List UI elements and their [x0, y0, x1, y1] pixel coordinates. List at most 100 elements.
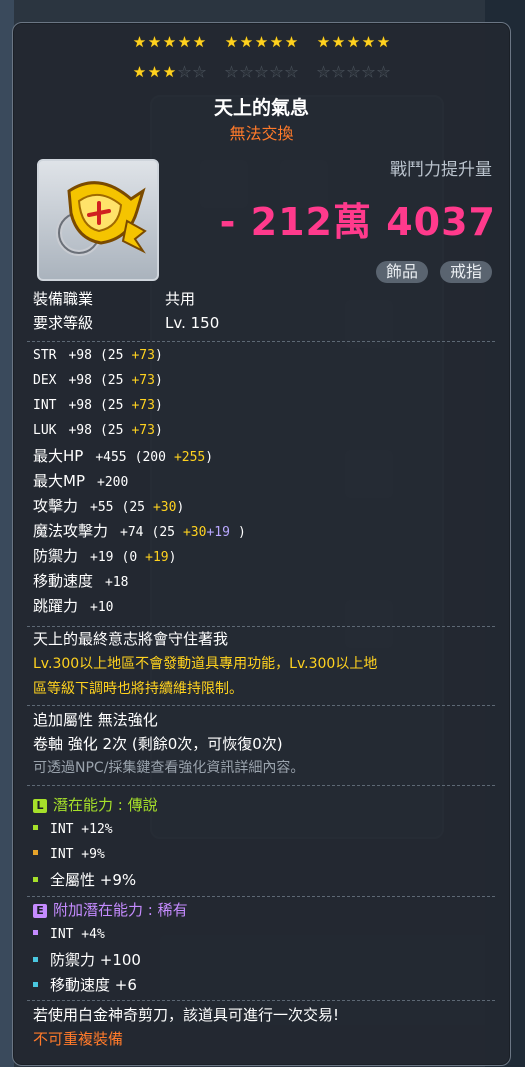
stat-base: (25: [99, 423, 124, 438]
stat-name: 防禦力: [33, 547, 79, 565]
stat-bonus: +19: [145, 550, 169, 565]
stat-row: 防禦力 +19 (0 +19): [33, 545, 176, 566]
star-filled-icon: ★: [177, 33, 192, 51]
req-level-row: 要求等級 Lv. 150: [33, 312, 219, 333]
stat-bonus: +73: [131, 348, 155, 363]
stat-name: LUK: [33, 423, 57, 438]
unique-equip-text: 不可重複裝備: [33, 1030, 124, 1048]
stat-close: ): [176, 500, 185, 515]
stat-total: +19: [90, 550, 114, 565]
star-filled-icon: ★: [147, 33, 162, 51]
stat-total: +10: [90, 600, 114, 615]
potential-line: 全屬性 +9%: [33, 869, 136, 890]
stat-close: ): [154, 398, 163, 413]
stat-total: +98: [68, 348, 92, 363]
bonus-potential-title: 附加潛在能力 : 稀有: [53, 901, 188, 919]
star-empty-icon: ★: [361, 63, 376, 81]
bonus-potential-line: 移動速度 +6: [33, 974, 137, 995]
stat-total: +200: [97, 475, 129, 490]
star-empty-icon: ★: [269, 63, 284, 81]
req-level-value: Lv. 150: [165, 314, 220, 332]
divider: [27, 626, 495, 627]
bullet-icon: [33, 930, 38, 935]
star-group: ★ ★ ★ ★ ★: [317, 33, 391, 51]
stat-row: 魔法攻擊力 +74 (25 +30+19): [33, 520, 246, 541]
star-filled-icon: ★: [239, 33, 254, 51]
stat-bonus: +30: [152, 500, 177, 515]
gold-ring-icon: [56, 181, 147, 256]
stat-name: INT: [33, 398, 57, 413]
star-force-row-1: ★ ★ ★ ★ ★ ★ ★ ★ ★ ★ ★ ★ ★ ★ ★: [13, 33, 510, 51]
stat-close: ): [154, 348, 163, 363]
stat-row: LUK +98 (25 +73): [33, 420, 163, 438]
extra-attribute-text: 追加屬性 無法強化: [33, 711, 158, 729]
star-empty-icon: ★: [376, 63, 391, 81]
stat-total: +18: [105, 575, 129, 590]
stat-close: ): [237, 525, 246, 540]
stat-row: DEX +98 (25 +73): [33, 370, 163, 388]
star-filled-icon: ★: [192, 33, 207, 51]
potential-line: INT +12%: [33, 819, 113, 837]
epic-bonus-potential-icon: E: [33, 904, 47, 918]
stat-bonus: +73: [131, 398, 155, 413]
scroll-upgrade-text: 卷軸 強化 2次 (剩餘0次，可恢復0次): [33, 735, 283, 753]
star-empty-icon: ★: [316, 63, 331, 81]
divider: [27, 705, 495, 706]
stat-close: ): [205, 450, 214, 465]
bonus-potential-line: 防禦力 +100: [33, 949, 141, 970]
combat-power-change: - 212萬 4037: [219, 200, 496, 244]
stat-row: 最大HP +455 (200 +255): [33, 445, 213, 466]
item-name: 天上的氣息: [213, 97, 309, 119]
stat-base: (25: [99, 373, 124, 388]
star-filled-icon: ★: [224, 33, 239, 51]
bullet-icon: [33, 825, 38, 830]
stat-name: 攻擊力: [33, 497, 79, 515]
divider: [27, 1000, 495, 1001]
divider: [27, 341, 495, 342]
stat-bonus: +73: [131, 423, 155, 438]
bullet-icon: [33, 850, 38, 855]
stat-row: STR +98 (25 +73): [33, 345, 163, 363]
star-filled-icon: ★: [254, 33, 269, 51]
flavor-text: 天上的最終意志將會守住著我: [33, 630, 229, 648]
stat-total: +98: [68, 398, 92, 413]
star-group: ★ ★ ★ ★ ★: [224, 33, 299, 51]
stat-name: STR: [33, 348, 57, 363]
star-filled-icon: ★: [331, 33, 346, 51]
stat-base: (25: [151, 525, 175, 540]
stat-base: (25: [121, 500, 145, 515]
stat-close: ): [168, 550, 177, 565]
star-filled-icon: ★: [162, 33, 177, 51]
stat-base: (25: [99, 348, 124, 363]
trade-status: 無法交換: [229, 124, 294, 143]
star-filled-icon: ★: [132, 63, 147, 81]
bonus-potential-title-row: E 附加潛在能力 : 稀有: [33, 899, 188, 920]
star-empty-icon: ★: [346, 63, 361, 81]
item-tooltip: ★ ★ ★ ★ ★ ★ ★ ★ ★ ★ ★ ★ ★ ★ ★ ★ ★ ★ ★ ★ ★ ★ ★ ★ ★ ★ ★ ★ ★ ★ 天上的氣息 無法…: [12, 22, 511, 1066]
scissors-trade-text: 若使用白金神奇剪刀，該道具可進行一次交易!: [33, 1006, 340, 1024]
stat-name: DEX: [33, 373, 57, 388]
star-filled-icon: ★: [162, 63, 177, 81]
req-level-label: 要求等級: [33, 314, 94, 332]
stat-row: 移動速度 +18: [33, 570, 137, 591]
restriction-text-line-2: 區等級下調時也將持續維持限制。: [33, 681, 243, 697]
stat-name: 最大HP: [33, 447, 84, 465]
star-filled-icon: ★: [147, 63, 162, 81]
stat-bonus: +73: [131, 373, 155, 388]
stat-total: +55: [90, 500, 114, 515]
divider: [27, 785, 495, 786]
potential-title-row: L 潛在能力 : 傳說: [33, 794, 158, 815]
stat-row: 跳躍力 +10: [33, 595, 122, 616]
bullet-icon: [33, 982, 38, 987]
stat-base: (25: [99, 398, 124, 413]
star-filled-icon: ★: [269, 33, 284, 51]
star-group: ★ ★ ★ ★ ★: [132, 63, 207, 81]
star-empty-icon: ★: [177, 63, 192, 81]
stat-total: +455: [95, 450, 127, 465]
stat-row: INT +98 (25 +73): [33, 395, 163, 413]
star-filled-icon: ★: [361, 33, 376, 51]
stat-close: ): [154, 373, 163, 388]
category-tag-accessory: 飾品: [375, 261, 428, 283]
req-job-label: 裝備職業: [33, 290, 94, 308]
stat-name: 移動速度: [33, 572, 94, 590]
